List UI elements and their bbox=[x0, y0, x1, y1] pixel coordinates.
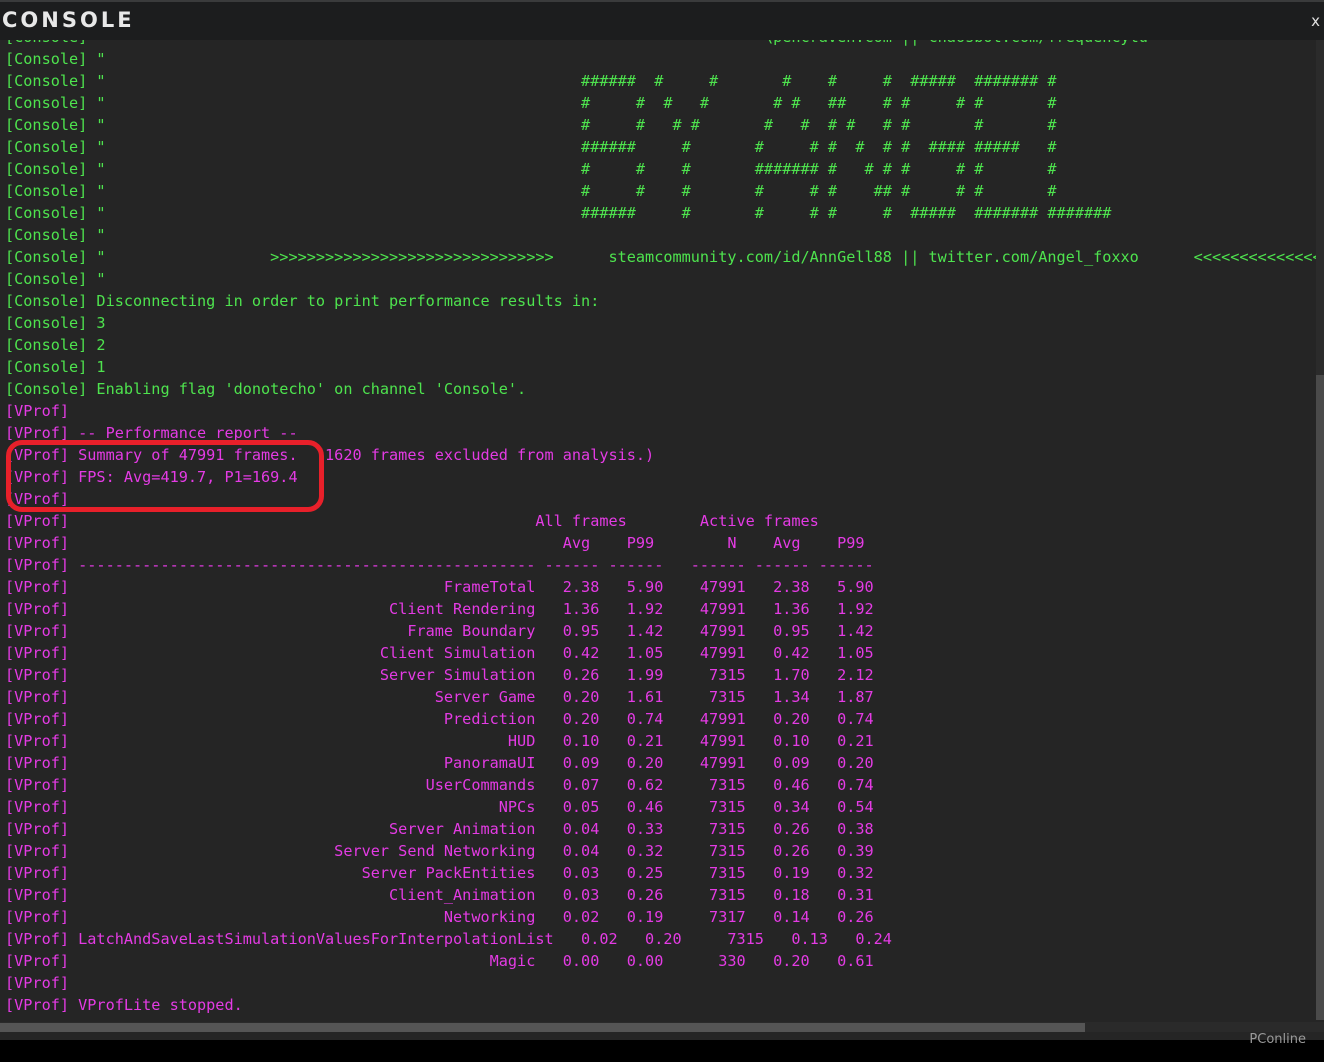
fps-highlight-annotation bbox=[6, 440, 324, 512]
vprof-line: [VProf] Client Rendering 1.36 1.92 47991… bbox=[5, 600, 874, 618]
console-line: [Console] 2 bbox=[5, 336, 106, 354]
horizontal-scrollbar-thumb[interactable] bbox=[0, 1023, 1085, 1032]
close-icon[interactable]: x bbox=[1311, 12, 1320, 30]
console-line: [Console] 3 bbox=[5, 314, 106, 332]
console-line: [Console] " bbox=[5, 50, 106, 68]
vprof-line: [VProf] VProfLite stopped. bbox=[5, 996, 243, 1014]
console-line: [Console] Enabling flag 'donotecho' on c… bbox=[5, 380, 527, 398]
console-line: [Console] " # # # ####### # # # # # # # bbox=[5, 160, 1057, 178]
vprof-line: [VProf] LatchAndSaveLastSimulationValues… bbox=[5, 930, 892, 948]
vprof-line: [VProf] Client Simulation 0.42 1.05 4799… bbox=[5, 644, 874, 662]
vprof-line: [VProf] Server PackEntities 0.03 0.25 73… bbox=[5, 864, 874, 882]
console-line: [Console] 1 bbox=[5, 358, 106, 376]
vprof-line: [VProf] bbox=[5, 974, 70, 992]
vprof-line: [VProf] FrameTotal 2.38 5.90 47991 2.38 … bbox=[5, 578, 874, 596]
vprof-line: [VProf] Client_Animation 0.03 0.26 7315 … bbox=[5, 886, 874, 904]
console-line: [Console] " # # # # # # # # # # # # bbox=[5, 116, 1057, 134]
vprof-line: [VProf] All frames Active frames bbox=[5, 512, 819, 530]
vprof-line: [VProf] bbox=[5, 402, 70, 420]
console-log[interactable]: [Console] " \pencraven.com || chaosbot.c… bbox=[0, 40, 1316, 1020]
console-window: CONSOLE x [Console] " \pencraven.com || … bbox=[0, 0, 1324, 1040]
console-line: [Console] " bbox=[5, 226, 106, 244]
console-line: [Console] " ###### # # # # # ##### #####… bbox=[5, 204, 1112, 222]
window-title: CONSOLE bbox=[2, 8, 135, 32]
vprof-line: [VProf] Prediction 0.20 0.74 47991 0.20 … bbox=[5, 710, 874, 728]
vprof-line: [VProf] Server Game 0.20 1.61 7315 1.34 … bbox=[5, 688, 874, 706]
vprof-line: [VProf] Magic 0.00 0.00 330 0.20 0.61 bbox=[5, 952, 874, 970]
vprof-line: [VProf] Server Animation 0.04 0.33 7315 … bbox=[5, 820, 874, 838]
console-line: [Console] " # # # # # # ## # # # # # bbox=[5, 94, 1057, 112]
log-lines: [Console] " \pencraven.com || chaosbot.c… bbox=[5, 40, 1316, 1016]
vprof-line: [VProf] Server Send Networking 0.04 0.32… bbox=[5, 842, 874, 860]
vprof-line: [VProf] --------------------------------… bbox=[5, 556, 874, 574]
console-line: [Console] " \pencraven.com || chaosbot.c… bbox=[5, 40, 1316, 48]
vprof-line: [VProf] PanoramaUI 0.09 0.20 47991 0.09 … bbox=[5, 754, 874, 772]
watermark-logo: PConline bbox=[1249, 1032, 1306, 1047]
vprof-line: [VProf] UserCommands 0.07 0.62 7315 0.46… bbox=[5, 776, 874, 794]
console-line: [Console] " ###### # # # # # ##### #####… bbox=[5, 72, 1057, 90]
console-line: [Console] " bbox=[5, 270, 106, 288]
vprof-line: [VProf] Networking 0.02 0.19 7317 0.14 0… bbox=[5, 908, 874, 926]
vertical-scrollbar-thumb[interactable] bbox=[1316, 375, 1324, 1020]
vprof-line: [VProf] HUD 0.10 0.21 47991 0.10 0.21 bbox=[5, 732, 874, 750]
console-line: [Console] Disconnecting in order to prin… bbox=[5, 292, 600, 310]
vprof-line: [VProf] Server Simulation 0.26 1.99 7315… bbox=[5, 666, 874, 684]
console-line: [Console] " >>>>>>>>>>>>>>>>>>>>>>>>>>>>… bbox=[5, 248, 1316, 266]
console-line: [Console] " # # # # # # ## # # # # bbox=[5, 182, 1057, 200]
console-line: [Console] " ###### # # # # # # # #### ##… bbox=[5, 138, 1057, 156]
vprof-line: [VProf] NPCs 0.05 0.46 7315 0.34 0.54 bbox=[5, 798, 874, 816]
vprof-line: [VProf] Frame Boundary 0.95 1.42 47991 0… bbox=[5, 622, 874, 640]
title-bar: CONSOLE x bbox=[0, 0, 1324, 40]
vprof-line: [VProf] Avg P99 N Avg P99 bbox=[5, 534, 865, 552]
